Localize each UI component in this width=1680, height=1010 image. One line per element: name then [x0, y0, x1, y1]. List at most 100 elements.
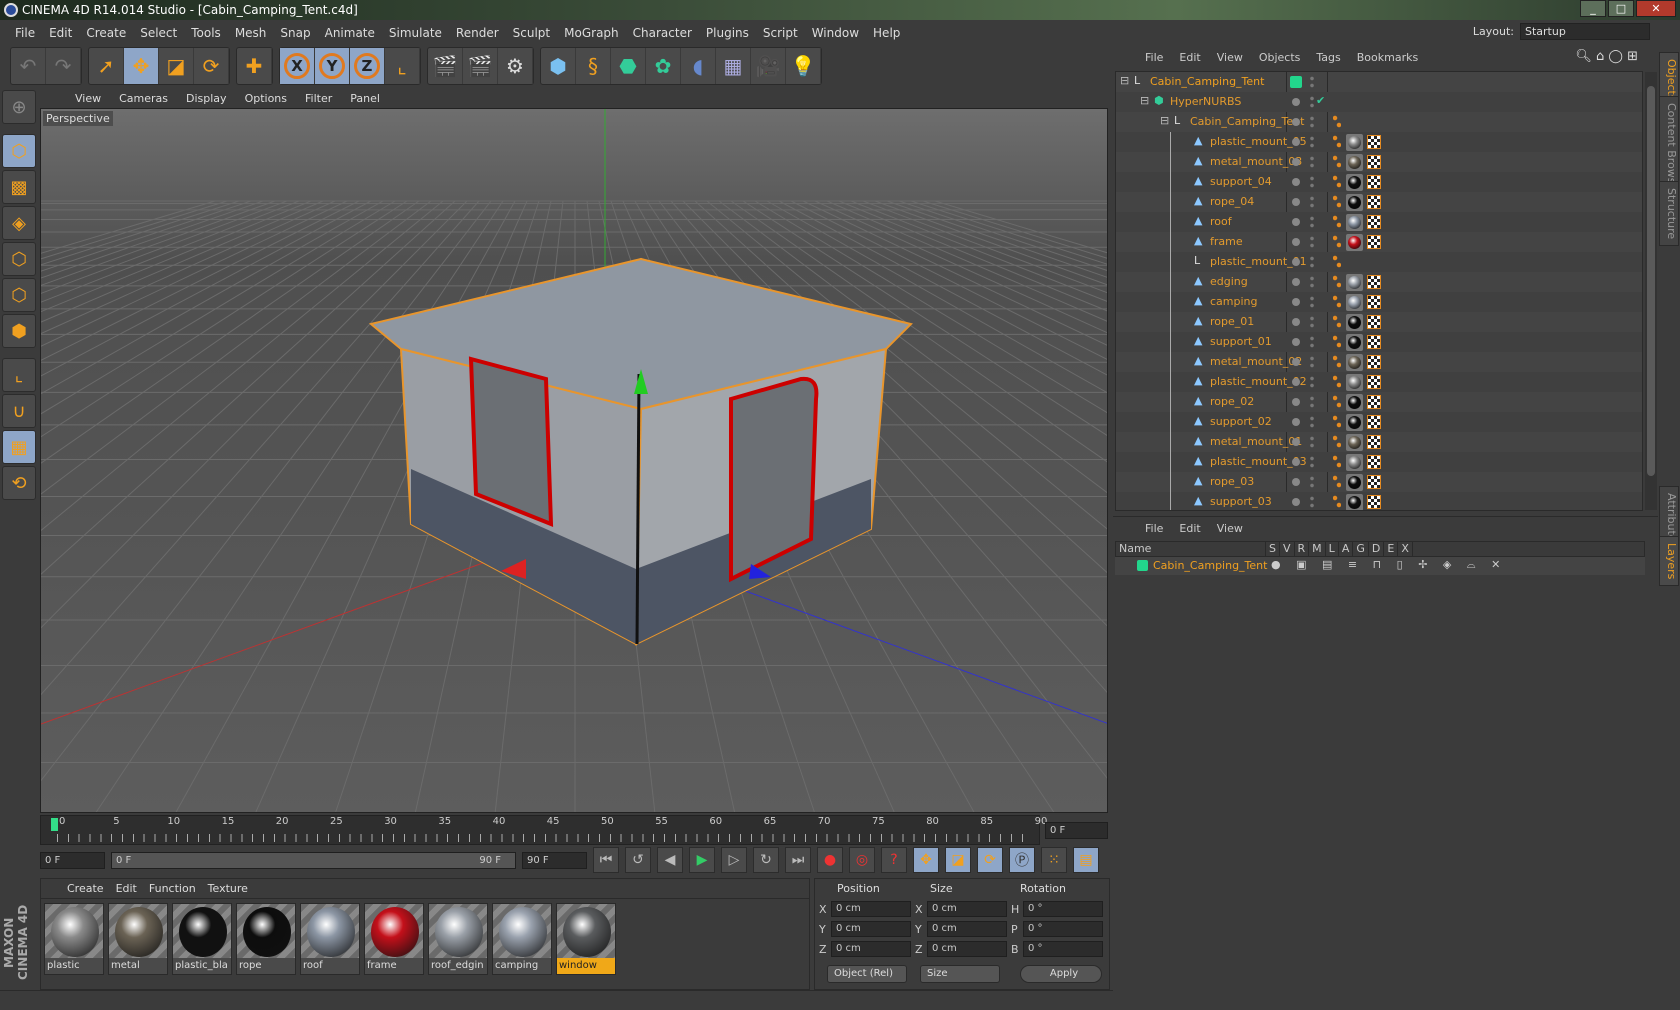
object-name[interactable]: metal_mount_03: [1210, 155, 1302, 168]
layer-column-x[interactable]: X: [1398, 542, 1413, 556]
coord-field[interactable]: 0 cm: [927, 921, 1007, 937]
layer-column-m[interactable]: M: [1309, 542, 1326, 556]
phong-tag-icon[interactable]: [1333, 355, 1341, 369]
layer-toggles-icon[interactable]: ● ▣ ▤ ≡ ⊓ ▯ ✢ ◈ ⌓ ✕: [1271, 558, 1506, 572]
visibility-dot-icon[interactable]: [1292, 158, 1300, 166]
layout-dropdown[interactable]: Startup: [1520, 23, 1650, 40]
visibility-dot-icon[interactable]: [1292, 378, 1300, 386]
visibility-dot-icon[interactable]: [1292, 398, 1300, 406]
layer-column-e[interactable]: E: [1384, 542, 1399, 556]
uvw-tag-icon[interactable]: [1367, 315, 1381, 329]
render-visibility-icon[interactable]: [1310, 335, 1314, 349]
material-tag-icon[interactable]: [1346, 374, 1363, 391]
object-menu-edit[interactable]: Edit: [1171, 51, 1208, 64]
material-tag-icon[interactable]: [1346, 414, 1363, 431]
render-visibility-icon[interactable]: [1310, 415, 1314, 429]
phong-tag-icon[interactable]: [1333, 335, 1341, 349]
phong-tag-icon[interactable]: [1333, 295, 1341, 309]
material-menu-edit[interactable]: Edit: [110, 882, 143, 895]
keyframe-selection-icon[interactable]: ?: [881, 847, 907, 873]
search-icon[interactable]: 🔍︎ ⌂ ◯ ⊞: [1575, 49, 1638, 64]
coord-field[interactable]: 0 cm: [927, 941, 1007, 957]
phong-tag-icon[interactable]: [1333, 255, 1341, 269]
material-tag-icon[interactable]: [1346, 214, 1363, 231]
object-menu-file[interactable]: File: [1137, 51, 1171, 64]
object-row[interactable]: ▲ support_02: [1116, 412, 1642, 432]
floor-icon[interactable]: ▦: [716, 48, 751, 84]
light-icon[interactable]: 💡: [786, 48, 821, 84]
object-name[interactable]: metal_mount_02: [1210, 355, 1302, 368]
select-tool-icon[interactable]: ➚: [89, 48, 124, 84]
object-name[interactable]: rope_03: [1210, 475, 1254, 488]
material-window[interactable]: window: [556, 903, 616, 975]
object-row[interactable]: ▲ metal_mount_03: [1116, 152, 1642, 172]
redo-icon[interactable]: ↷: [46, 48, 81, 84]
start-frame-field[interactable]: 0 F: [40, 851, 105, 869]
uvw-tag-icon[interactable]: [1367, 475, 1381, 489]
key-scale-icon[interactable]: ◪: [945, 847, 971, 873]
object-row[interactable]: ▲ rope_02: [1116, 392, 1642, 412]
uvw-tag-icon[interactable]: [1367, 355, 1381, 369]
array-icon[interactable]: ✿: [646, 48, 681, 84]
object-row[interactable]: ▲ edging: [1116, 272, 1642, 292]
nurbs-icon[interactable]: ⬣: [611, 48, 646, 84]
visibility-dot-icon[interactable]: [1292, 258, 1300, 266]
layer-column-g[interactable]: G: [1353, 542, 1369, 556]
menu-simulate[interactable]: Simulate: [382, 26, 449, 40]
lock-workplane-icon[interactable]: ▦: [2, 430, 36, 464]
object-row[interactable]: ▲ camping: [1116, 292, 1642, 312]
visibility-dot-icon[interactable]: [1292, 178, 1300, 186]
phong-tag-icon[interactable]: [1333, 215, 1341, 229]
visibility-dot-icon[interactable]: [1292, 118, 1300, 126]
menu-help[interactable]: Help: [866, 26, 907, 40]
object-name[interactable]: support_02: [1210, 415, 1272, 428]
step-back-icon[interactable]: ◀: [657, 847, 683, 873]
uvw-tag-icon[interactable]: [1367, 455, 1381, 469]
viewport-menu-view[interactable]: View: [66, 92, 110, 105]
render-visibility-icon[interactable]: [1310, 95, 1314, 109]
render-visibility-icon[interactable]: [1310, 75, 1314, 89]
uvw-tag-icon[interactable]: [1367, 215, 1381, 229]
render-visibility-icon[interactable]: [1310, 215, 1314, 229]
layer-row[interactable]: Cabin_Camping_Tent ● ▣ ▤ ≡ ⊓ ▯ ✢ ◈ ⌓ ✕: [1115, 557, 1645, 575]
undo-icon[interactable]: ↶: [11, 48, 46, 84]
render-visibility-icon[interactable]: [1310, 195, 1314, 209]
visibility-dot-icon[interactable]: [1292, 478, 1300, 486]
menu-render[interactable]: Render: [449, 26, 506, 40]
current-frame-field[interactable]: 0 F: [1045, 822, 1108, 839]
phong-tag-icon[interactable]: [1333, 435, 1341, 449]
material-roof_edgin[interactable]: roof_edgin: [428, 903, 488, 975]
object-row[interactable]: ▲ metal_mount_01: [1116, 432, 1642, 452]
key-pla-icon[interactable]: ⁙: [1041, 847, 1067, 873]
object-row[interactable]: ⊟ L Cabin_Camping_Tent: [1116, 112, 1642, 132]
layer-menu-file[interactable]: File: [1137, 522, 1171, 535]
add-tool-icon[interactable]: ✚: [237, 48, 272, 84]
coord-field[interactable]: 0 cm: [831, 941, 911, 957]
visibility-dot-icon[interactable]: [1292, 138, 1300, 146]
expand-toggle-icon[interactable]: ⊟: [1160, 114, 1169, 127]
cube-icon[interactable]: ⬢: [541, 48, 576, 84]
render-visibility-icon[interactable]: [1310, 355, 1314, 369]
viewport-menu-filter[interactable]: Filter: [296, 92, 341, 105]
workplane-rotate-icon[interactable]: ⟲: [2, 466, 36, 500]
uvw-tag-icon[interactable]: [1367, 415, 1381, 429]
render-visibility-icon[interactable]: [1310, 435, 1314, 449]
material-metal[interactable]: metal: [108, 903, 168, 975]
object-row[interactable]: ▲ support_04: [1116, 172, 1642, 192]
coordinate-mode-dropdown[interactable]: Object (Rel): [827, 965, 907, 983]
render-visibility-icon[interactable]: [1310, 235, 1314, 249]
visibility-dot-icon[interactable]: [1292, 218, 1300, 226]
snap-magnet-icon[interactable]: ∪: [2, 394, 36, 428]
phong-tag-icon[interactable]: [1333, 455, 1341, 469]
render-visibility-icon[interactable]: [1310, 455, 1314, 469]
uvw-tag-icon[interactable]: [1367, 235, 1381, 249]
object-name[interactable]: support_04: [1210, 175, 1272, 188]
object-menu-objects[interactable]: Objects: [1251, 51, 1309, 64]
phong-tag-icon[interactable]: [1333, 375, 1341, 389]
menu-snap[interactable]: Snap: [273, 26, 317, 40]
polygons-mode-icon[interactable]: ⬢: [2, 314, 36, 348]
material-menu-texture[interactable]: Texture: [202, 882, 254, 895]
end-frame-field[interactable]: 90 F: [522, 851, 587, 869]
model-mode-icon[interactable]: ⬡: [2, 134, 36, 168]
object-name[interactable]: Cabin_Camping_Tent: [1150, 75, 1264, 88]
